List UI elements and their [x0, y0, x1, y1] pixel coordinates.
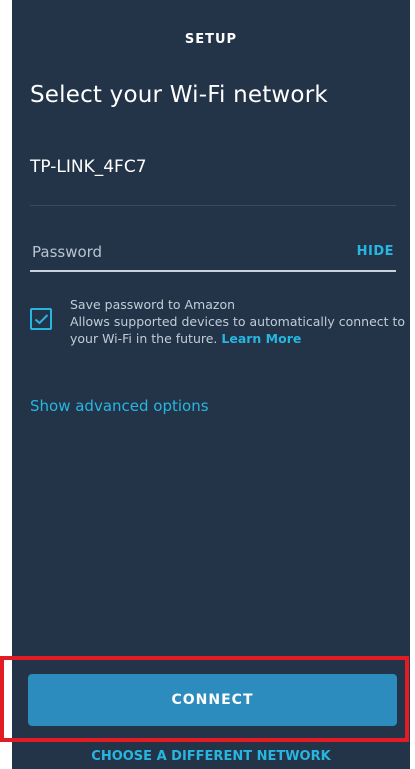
save-password-text: Save password to Amazon Allows supported…	[70, 296, 410, 347]
network-divider	[30, 205, 396, 206]
password-input[interactable]	[32, 238, 322, 266]
learn-more-link[interactable]: Learn More	[221, 331, 301, 346]
save-password-checkbox[interactable]	[30, 308, 52, 330]
show-advanced-options-link[interactable]: Show advanced options	[30, 397, 209, 415]
save-password-title: Save password to Amazon	[70, 297, 236, 312]
setup-screen: SETUP Select your Wi-Fi network TP-LINK_…	[12, 0, 410, 769]
password-field[interactable]: HIDE	[30, 238, 396, 272]
page-title: Select your Wi-Fi network	[30, 82, 328, 108]
hide-password-button[interactable]: HIDE	[357, 244, 394, 259]
selected-network-name: TP-LINK_4FC7	[30, 157, 147, 177]
choose-different-network-link[interactable]: CHOOSE A DIFFERENT NETWORK	[12, 749, 410, 764]
connect-button[interactable]: CONNECT	[28, 674, 397, 726]
header-title: SETUP	[184, 32, 238, 47]
check-icon	[34, 314, 49, 325]
